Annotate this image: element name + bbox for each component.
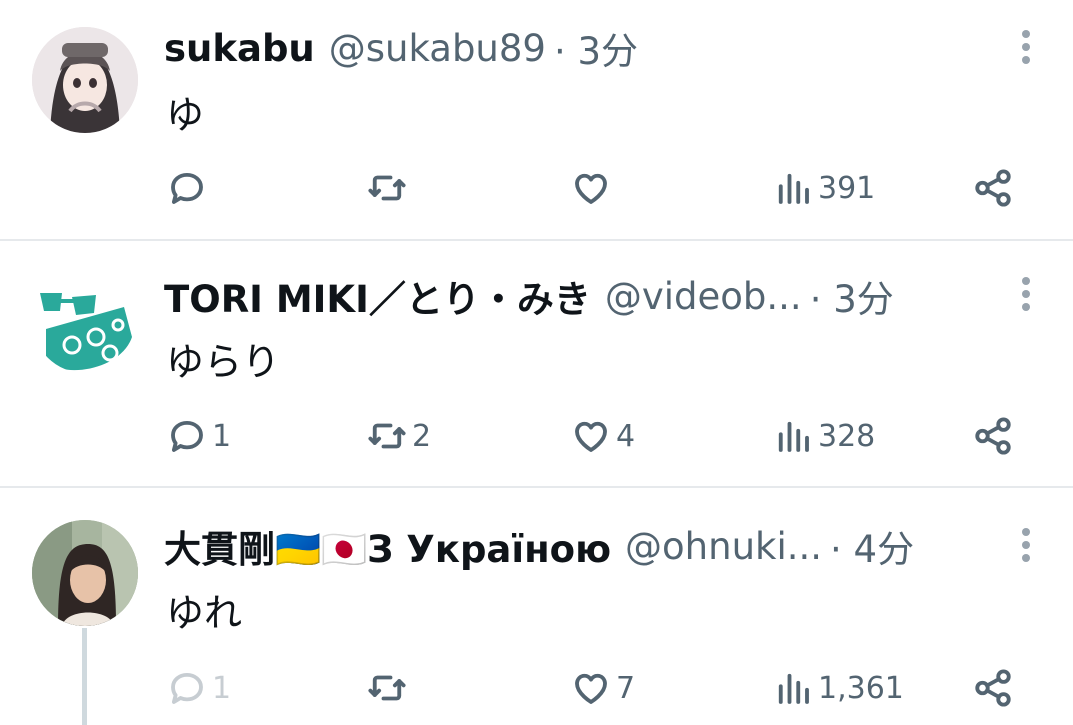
avatar[interactable] [32,27,138,133]
views-count: 1,361 [818,670,904,706]
reply-count: 1 [212,418,232,454]
more-icon[interactable] [1014,28,1038,68]
retweet-count: 2 [412,418,432,454]
like-icon [575,173,607,204]
retweet-icon [368,675,406,701]
reply-button[interactable] [166,163,212,213]
avatar[interactable] [32,267,138,373]
like-icon [575,421,607,452]
action-bar: 1 7 1,361 [0,663,1073,713]
reply-icon [171,172,203,204]
user-handle[interactable]: @videob... [605,275,802,318]
views-button[interactable]: 1,361 [772,663,904,713]
display-name[interactable]: TORI MIKI／とり・みき [164,269,591,323]
reply-count: 1 [212,670,232,706]
like-count: 4 [616,418,636,454]
reply-icon [171,420,203,452]
views-button[interactable]: 328 [772,411,875,461]
more-icon[interactable] [1014,275,1038,315]
avatar-image [32,520,138,626]
tweet-text: ゆ [166,93,205,137]
retweet-icon [368,175,406,201]
views-icon [778,173,809,204]
timestamp[interactable]: · 3分 [554,21,638,75]
user-handle[interactable]: @sukabu89 [329,27,546,70]
thread-connector [82,628,87,725]
timestamp[interactable]: · 4分 [830,519,914,573]
avatar[interactable] [32,520,138,626]
like-button[interactable]: 4 [570,411,635,461]
tweet-3[interactable]: 大貫剛🇺🇦🇯🇵З Україною @ohnuki... · 4分 ゆれ 1 7… [0,488,1073,725]
retweet-button[interactable]: 2 [366,411,431,461]
tweet-header: 大貫剛🇺🇦🇯🇵З Україною @ohnuki... · 4分 [164,516,914,576]
timestamp[interactable]: · 3分 [810,269,894,323]
display-name[interactable]: sukabu [164,27,315,70]
tweet-header: sukabu @sukabu89 · 3分 [164,18,638,78]
retweet-icon [368,423,406,449]
reply-button[interactable]: 1 [166,663,231,713]
retweet-button[interactable] [366,163,412,213]
tweet-header: TORI MIKI／とり・みき @videob... · 3分 [164,266,894,326]
action-bar: 391 [0,163,1073,213]
share-icon [975,169,1011,207]
tweet-text: ゆれ [166,591,243,635]
like-button[interactable] [570,163,616,213]
share-button[interactable] [972,163,1014,213]
views-count: 328 [818,418,876,454]
like-button[interactable]: 7 [570,663,635,713]
display-name[interactable]: 大貫剛🇺🇦🇯🇵З Україною [164,519,611,573]
tweet-text: ゆらり [166,340,281,384]
share-button[interactable] [972,411,1014,461]
views-icon [778,673,809,704]
reply-button[interactable]: 1 [166,411,231,461]
share-icon [975,669,1011,707]
views-count: 391 [818,170,876,206]
retweet-button[interactable] [366,663,412,713]
views-icon [778,421,809,452]
action-bar: 1 2 4 328 [0,411,1073,461]
avatar-image [32,27,138,133]
share-button[interactable] [972,663,1014,713]
tweet-2[interactable]: TORI MIKI／とり・みき @videob... · 3分 ゆらり 1 2 … [0,241,1073,487]
share-icon [975,417,1011,455]
more-icon[interactable] [1014,526,1038,566]
reply-icon [171,672,203,704]
user-handle[interactable]: @ohnuki... [625,525,822,568]
views-button[interactable]: 391 [772,163,875,213]
like-icon [575,673,607,704]
tweet-1[interactable]: sukabu @sukabu89 · 3分 ゆ 391 [0,0,1073,240]
like-count: 7 [616,670,636,706]
avatar-image [32,267,138,373]
